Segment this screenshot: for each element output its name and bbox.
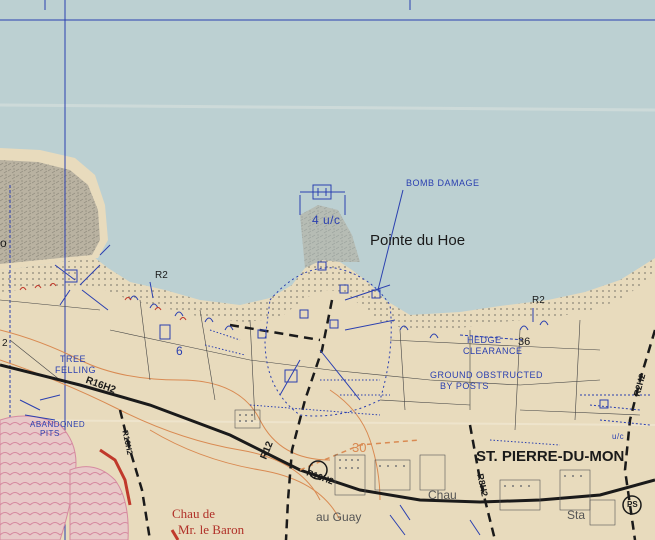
- place-label-chau: Chau: [428, 488, 457, 502]
- place-label-sta: Sta: [567, 508, 586, 522]
- annotation-uc-right: u/c: [612, 432, 625, 441]
- contour-label-30: 30: [352, 440, 367, 455]
- place-label-baron: Mr. le Baron: [178, 522, 245, 537]
- left-edge-number: 2: [2, 338, 8, 349]
- annotation-tree-2: FELLING: [55, 365, 97, 375]
- place-label-st-pierre: ST. PIERRE-DU-MON: [476, 448, 625, 465]
- annotation-hedge-2: CLEARANCE: [463, 346, 523, 356]
- place-label-au-guay: au Guay: [316, 510, 362, 524]
- battery-count: 4 u/c: [312, 213, 341, 227]
- route-label-r2-left: R2: [155, 270, 168, 281]
- place-label-pointe: Pointe du Hoe: [370, 232, 466, 249]
- route-label-r2-right: R2: [532, 295, 545, 306]
- relief-area: [0, 415, 77, 540]
- left-edge-letter: o: [0, 236, 7, 250]
- annotation-abandoned-2: PITS: [40, 429, 60, 438]
- annotation-ground-1: GROUND OBSTRUCTED: [430, 370, 544, 380]
- annotation-ground-2: BY POSTS: [440, 381, 489, 391]
- annotation-hedge-1: HEDGE: [467, 335, 502, 345]
- annotation-tree-1: TREE: [60, 354, 87, 364]
- annotation-bomb-damage: BOMB DAMAGE: [406, 178, 480, 188]
- place-label-chau-de: Chau de: [172, 506, 215, 521]
- map[interactable]: Pointe du Hoe BOMB DAMAGE 4 u/c R2 R2 HE…: [0, 0, 655, 540]
- annotation-abandoned-1: ABANDONED: [30, 420, 86, 429]
- gun-number: 6: [176, 344, 184, 358]
- marker-ps: PS: [627, 500, 638, 509]
- hedge-number: 36: [518, 336, 531, 348]
